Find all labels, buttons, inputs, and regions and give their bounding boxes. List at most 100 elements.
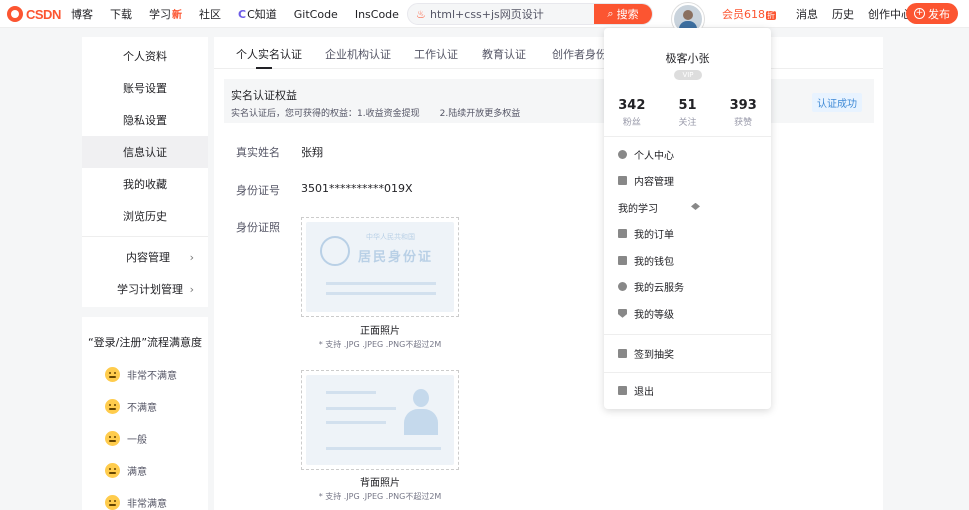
rights-box: 实名认证权益 实名认证后，您可获得的权益：1.收益资金提现 2.陆续开放更多权益 … — [224, 79, 874, 123]
messages-link[interactable]: 消息 — [796, 6, 818, 22]
back-photo-caption: 背面照片 — [360, 478, 400, 489]
nav-cknow-label: C知道 — [247, 8, 277, 21]
stat-fans[interactable]: 342 粉丝 — [604, 98, 660, 128]
graduation-cap-icon — [691, 202, 700, 210]
survey-option-label: 非常满意 — [127, 498, 167, 510]
nav-download[interactable]: 下载 — [110, 6, 132, 22]
card-front-top-text: 中华人民共和国 — [366, 233, 415, 241]
search-button[interactable]: ⌕ 搜索 — [594, 4, 652, 24]
survey-option-very-satisfied[interactable]: 非常满意 — [82, 486, 208, 510]
menu-item-logout[interactable]: 退出 — [604, 377, 771, 404]
survey-option-unsatisfied[interactable]: 不满意 — [82, 390, 208, 422]
nav-inscode[interactable]: InsCode — [355, 8, 399, 21]
menu-item-checkin-lottery[interactable]: 签到抽奖 — [604, 340, 771, 367]
card-line — [326, 292, 436, 295]
logo-icon — [7, 6, 23, 22]
settings-sidebar: 个人资料 账号设置 隐私设置 信息认证 我的收藏 浏览历史 内容管理 › 学习计划… — [82, 37, 208, 307]
menu-item-cloud-services[interactable]: 我的云服务 — [604, 274, 771, 301]
header-right-links: 会员618 折 消息 历史 创作中心 — [722, 0, 926, 28]
dropdown-logout-section: 退出 — [604, 377, 771, 404]
stat-likes[interactable]: 393 获赞 — [715, 98, 771, 128]
menu-item-my-wallet[interactable]: 我的钱包 — [604, 247, 771, 274]
tab-work-verification[interactable]: 工作认证 — [414, 46, 458, 62]
real-name-label: 真实姓名 — [236, 146, 280, 159]
sidebar-item-history[interactable]: 浏览历史 — [82, 200, 208, 232]
card-line — [326, 421, 386, 424]
rights-desc-text: 实名认证后，您可获得的权益： — [231, 109, 358, 119]
survey-title: “登录/注册”流程满意度 — [87, 336, 203, 349]
dropdown-menu-list: 个人中心 内容管理 我的学习 我的订单 我的钱包 我的云服务 我的等级 — [604, 141, 771, 327]
sidebar-item-verification[interactable]: 信息认证 — [82, 136, 208, 168]
tab-organization-verification[interactable]: 企业机构认证 — [325, 46, 391, 62]
neutral-face-icon — [105, 430, 120, 446]
id-card-back-image — [306, 375, 454, 465]
stat-value: 393 — [729, 98, 757, 113]
rights-item-2: 2.陆续开放更多权益 — [439, 109, 521, 119]
logout-icon — [618, 385, 627, 395]
sidebar-item-favorites[interactable]: 我的收藏 — [82, 168, 208, 200]
sidebar-item-profile[interactable]: 个人资料 — [82, 40, 208, 72]
nav-cknow[interactable]: C C知道 — [238, 6, 277, 22]
tab-education-verification[interactable]: 教育认证 — [482, 46, 526, 62]
logo-text: CSDN — [26, 6, 61, 22]
csdn-logo[interactable]: CSDN — [7, 5, 61, 23]
smile-face-icon — [105, 462, 120, 478]
id-card-front-upload[interactable]: 中华人民共和国 居民身份证 — [301, 217, 459, 317]
hot-fire-icon: ♨ — [416, 8, 426, 21]
back-photo-hint: * 支持 .JPG .JPEG .PNG不超过2M — [318, 492, 442, 501]
document-icon — [618, 176, 627, 186]
sidebar-item-study-plan[interactable]: 学习计划管理 › — [82, 273, 208, 305]
menu-item-my-level[interactable]: 我的等级 — [604, 300, 771, 327]
nav-blog[interactable]: 博客 — [71, 6, 93, 22]
sidebar-item-privacy[interactable]: 隐私设置 — [82, 104, 208, 136]
content-management-label: 内容管理 — [126, 251, 170, 264]
survey-option-label: 一般 — [127, 434, 147, 446]
active-tab-indicator — [256, 67, 272, 69]
sidebar-item-account[interactable]: 账号设置 — [82, 72, 208, 104]
menu-item-my-learning[interactable]: 我的学习 — [604, 194, 771, 221]
stat-value: 342 — [618, 98, 646, 113]
top-navigation-bar: CSDN 博客 下载 学习新 社区 CC知道 GitCode InsCode 会… — [0, 0, 969, 35]
chevron-right-icon: › — [189, 282, 194, 296]
dropdown-divider — [604, 372, 771, 373]
vip-link[interactable]: 会员618 折 — [722, 6, 776, 22]
card-front-title: 居民身份证 — [358, 250, 434, 265]
card-line — [326, 282, 436, 285]
study-plan-label: 学习计划管理 — [117, 283, 183, 296]
menu-item-personal-center[interactable]: 个人中心 — [604, 141, 771, 168]
vip-discount-tag: 折 — [766, 11, 776, 20]
front-photo-hint: * 支持 .JPG .JPEG .PNG不超过2M — [318, 340, 442, 349]
survey-option-satisfied[interactable]: 满意 — [82, 454, 208, 486]
cknow-icon: C — [238, 7, 247, 21]
publish-label: 发布 — [928, 7, 950, 21]
menu-item-my-orders[interactable]: 我的订单 — [604, 221, 771, 248]
sad-face-icon — [105, 398, 120, 414]
wallet-icon — [618, 255, 627, 265]
id-photo-label: 身份证照 — [236, 221, 280, 234]
sidebar-item-content-management[interactable]: 内容管理 › — [82, 241, 208, 273]
menu-item-label: 我的学习 — [618, 203, 658, 215]
id-card-back-upload[interactable] — [301, 370, 459, 470]
menu-item-label: 我的订单 — [634, 230, 674, 242]
nav-gitcode[interactable]: GitCode — [294, 8, 338, 21]
publish-button[interactable]: + 发布 — [906, 3, 958, 24]
menu-item-content-management[interactable]: 内容管理 — [604, 168, 771, 195]
menu-item-label: 个人中心 — [634, 150, 674, 162]
rights-description: 实名认证后，您可获得的权益：1.收益资金提现 2.陆续开放更多权益 — [231, 106, 520, 119]
card-line — [326, 447, 441, 450]
new-badge: 新 — [172, 10, 182, 21]
menu-item-label: 我的钱包 — [634, 256, 674, 268]
survey-option-very-unsatisfied[interactable]: 非常不满意 — [82, 358, 208, 390]
search-input[interactable] — [428, 4, 598, 24]
vip-badge[interactable]: VIP — [674, 70, 702, 80]
history-link[interactable]: 历史 — [832, 6, 854, 22]
dropdown-username[interactable]: 极客小张 — [604, 50, 771, 66]
cloud-icon — [618, 282, 627, 292]
survey-option-neutral[interactable]: 一般 — [82, 422, 208, 454]
tab-personal-verification[interactable]: 个人实名认证 — [236, 46, 302, 62]
nav-learn[interactable]: 学习新 — [149, 6, 182, 22]
card-line — [326, 391, 376, 394]
dropdown-checkin-section: 签到抽奖 — [604, 340, 771, 367]
nav-community[interactable]: 社区 — [199, 6, 221, 22]
stat-following[interactable]: 51 关注 — [660, 98, 716, 128]
